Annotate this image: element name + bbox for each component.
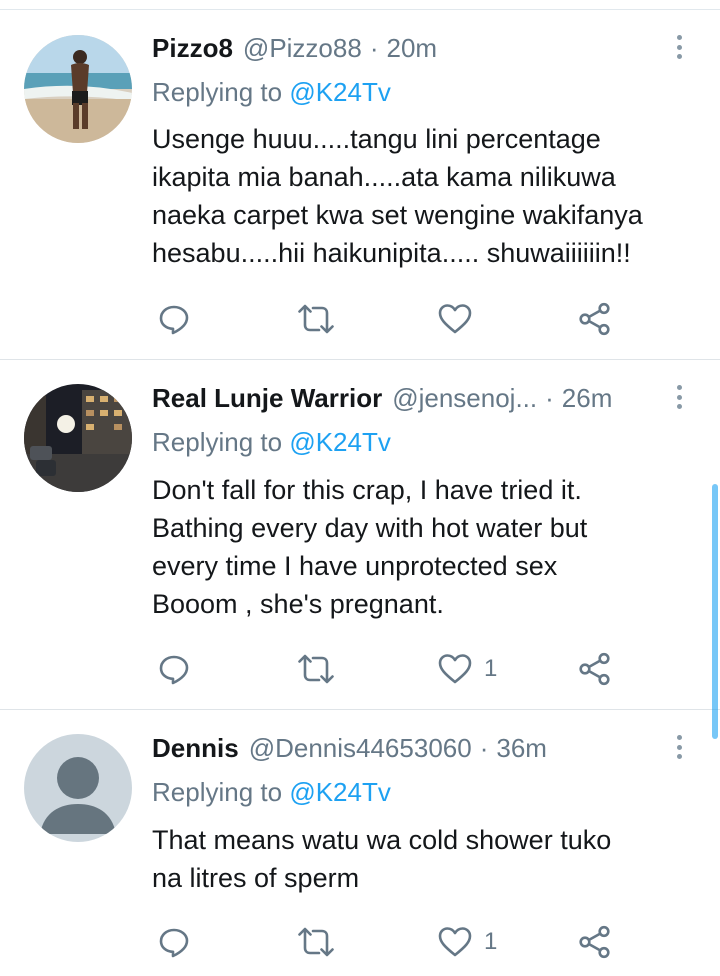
like-icon (438, 927, 472, 957)
replying-to-label: Replying to (152, 427, 283, 457)
share-button[interactable] (578, 649, 612, 689)
timestamp[interactable]: 36m (496, 731, 547, 765)
like-icon (438, 304, 472, 334)
mention-link[interactable]: @K24Tv (289, 777, 391, 807)
replying-to-label: Replying to (152, 777, 283, 807)
like-icon (438, 654, 472, 684)
mention-link[interactable]: @K24Tv (289, 427, 391, 457)
replying-to: Replying to @K24Tv (152, 775, 391, 809)
author-name[interactable]: Real Lunje Warrior (152, 381, 382, 415)
more-icon[interactable] (670, 732, 688, 762)
action-bar (0, 299, 720, 339)
retweet-button[interactable] (298, 649, 334, 689)
action-bar: 1 (0, 922, 720, 962)
share-icon (579, 652, 610, 686)
tweet-text-line: every time I have unprotected sex (152, 551, 558, 581)
tweet-text-line: naeka carpet kwa set wengine wakifanya (152, 200, 643, 230)
scrollbar[interactable] (712, 484, 718, 739)
like-count: 1 (484, 655, 498, 682)
separator-dot: · (545, 383, 554, 413)
reply-icon (159, 305, 189, 335)
reply-icon (159, 928, 189, 958)
tweet-text-line: Usenge huuu.....tangu lini percentage (152, 124, 601, 154)
author-name[interactable]: Pizzo8 (152, 31, 233, 65)
replies-feed: Pizzo8 @Pizzo88 · 20m Replying to @K24Tv… (0, 0, 720, 976)
retweet-icon (298, 654, 334, 684)
tweet-header: Dennis @Dennis44653060 · 36m (152, 728, 547, 768)
separator-dot: · (479, 733, 489, 763)
tweet-3[interactable]: Dennis @Dennis44653060 · 36m Replying to… (0, 710, 720, 976)
tweet-text-line: Don't fall for this crap, I have tried i… (152, 475, 582, 505)
like-button[interactable]: 1 (438, 649, 497, 689)
share-button[interactable] (578, 922, 612, 962)
retweet-button[interactable] (298, 922, 334, 962)
separator-dot: · (369, 33, 379, 63)
author-handle[interactable]: @Dennis44653060 (249, 731, 472, 765)
reply-button[interactable] (158, 299, 190, 339)
replying-to: Replying to @K24Tv (152, 425, 391, 459)
retweet-icon (298, 304, 334, 334)
tweet-text-line: na litres of sperm (152, 863, 360, 893)
author-handle[interactable]: @Pizzo88 (243, 31, 362, 65)
reply-button[interactable] (158, 649, 190, 689)
tweet-header: Real Lunje Warrior @jensenoj... · 26m (152, 378, 612, 418)
avatar[interactable] (24, 35, 132, 143)
more-icon[interactable] (670, 32, 688, 62)
tweet-text-line: ikapita mia banah.....ata kama nilikuwa (152, 162, 616, 192)
tweet-1[interactable]: Pizzo8 @Pizzo88 · 20m Replying to @K24Tv… (0, 0, 720, 360)
timestamp[interactable]: 20m (387, 31, 438, 65)
mention-link[interactable]: @K24Tv (289, 77, 391, 107)
tweet-text-line: Booom , she's pregnant. (152, 589, 444, 619)
share-icon (579, 925, 610, 959)
replying-to-label: Replying to (152, 77, 283, 107)
tweet-text: Usenge huuu.....tangu lini percentage ik… (152, 120, 707, 272)
retweet-icon (298, 927, 334, 957)
action-bar: 1 (0, 649, 720, 689)
avatar[interactable] (24, 384, 132, 492)
tweet-text: That means watu wa cold shower tuko na l… (152, 821, 707, 897)
tweet-text-line: That means watu wa cold shower tuko (152, 825, 612, 855)
retweet-button[interactable] (298, 299, 334, 339)
author-name[interactable]: Dennis (152, 731, 239, 765)
author-handle[interactable]: @jensenoj... (392, 381, 537, 415)
like-button[interactable] (438, 299, 484, 339)
tweet-text-line: Bathing every day with hot water but (152, 513, 588, 543)
timestamp[interactable]: 26m (562, 381, 613, 415)
share-icon (579, 302, 610, 336)
tweet-header: Pizzo8 @Pizzo88 · 20m (152, 28, 437, 68)
reply-button[interactable] (158, 922, 190, 962)
like-button[interactable]: 1 (438, 922, 497, 962)
tweet-2[interactable]: Real Lunje Warrior @jensenoj... · 26m Re… (0, 360, 720, 710)
replying-to: Replying to @K24Tv (152, 75, 391, 109)
tweet-text: Don't fall for this crap, I have tried i… (152, 471, 707, 623)
like-count: 1 (484, 928, 498, 955)
more-icon[interactable] (670, 382, 688, 412)
reply-icon (159, 655, 189, 685)
share-button[interactable] (578, 299, 612, 339)
tweet-text-line: hesabu.....hii haikunipita..... shuwaiii… (152, 238, 631, 268)
avatar[interactable] (24, 734, 132, 842)
